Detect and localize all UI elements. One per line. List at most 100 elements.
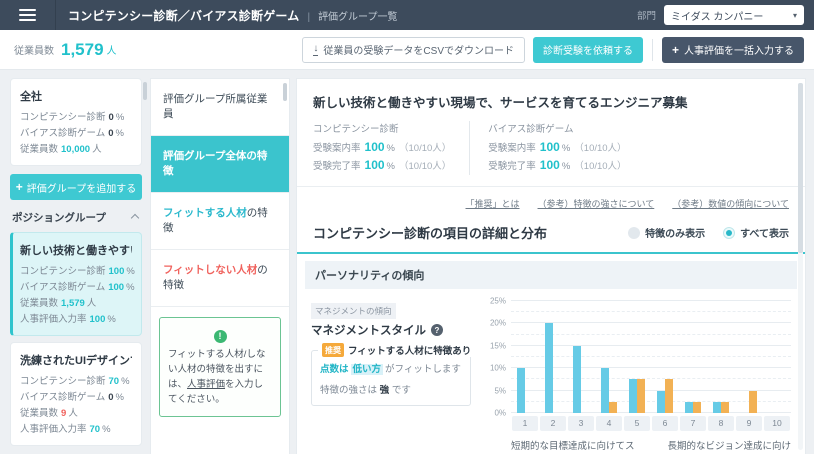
toolbar-divider (652, 39, 653, 61)
employee-count: 1,579 (61, 40, 104, 60)
fit-line: 点数は低い方がフィットします (320, 363, 462, 377)
recommend-box: 推奨 フィットする人材に特徴あり 点数は低い方がフィットします 特徴の強さは 強… (311, 350, 471, 406)
y-tick-label: 20% (490, 319, 506, 328)
tab-fit-features[interactable]: フィットする人材の特徴 (151, 193, 289, 250)
group-summary: 新しい技術と働きやすい現場で、サービスを育てるエンジニア募集 コンピテンシー診断… (297, 79, 805, 187)
link-about-trend[interactable]: （参考）数値の傾向について (672, 197, 789, 210)
bar (601, 368, 609, 413)
group-card[interactable]: 洗練されたUIデザインで最… コンピテンシー診断70%バイアス診断ゲーム0%従業… (10, 342, 142, 446)
x-tick-label: 3 (568, 416, 594, 431)
department-label: 部門 (637, 8, 656, 22)
help-links: 「推奨」とは （参考）特徴の強さについて （参考）数値の傾向について (297, 187, 805, 210)
x-tick-label: 8 (708, 416, 734, 431)
stat-row: コンピテンシー診断100% (20, 264, 132, 280)
group-sidebar: 全社 コンピテンシー診断0%バイアス診断ゲーム0%従業員数10,000人 + 評… (0, 78, 148, 454)
title-divider: | (307, 12, 310, 23)
bar-group (539, 301, 567, 413)
company-card-title: 全社 (20, 88, 132, 104)
sidebar-scrollbar[interactable] (143, 82, 147, 100)
bar (721, 402, 729, 413)
evaluation-note: ! フィットする人材/しない人材の特徴を出すには、人事評価を入力してください。 (159, 317, 281, 417)
breadcrumb: 評価グループ一覧 (318, 8, 397, 23)
top-header: コンピテンシー診断／バイアス診断ゲーム | 評価グループ一覧 部門 ミイダス カ… (0, 0, 814, 30)
tab-group-overall-features[interactable]: 評価グループ全体の特徴 (151, 136, 289, 193)
distribution-chart: 0%5%10%15%20%25% 12345678910 短期的な目標達成に向け… (483, 301, 791, 454)
group-card-stats: コンピテンシー診断100%バイアス診断ゲーム100%従業員数1,579人人事評価… (20, 264, 132, 328)
employee-count-label: 従業員数 (14, 42, 54, 57)
y-axis: 0%5%10%15%20%25% (483, 301, 511, 413)
download-icon: ↓ (313, 44, 318, 56)
axis-low-description: 短期的な目標達成に向けてスケジュールやタスクを設定した上で、メンバーの自主性を尊… (511, 440, 643, 454)
menu-icon[interactable] (0, 0, 56, 30)
x-tick-label: 5 (624, 416, 650, 431)
help-icon[interactable]: ? (431, 324, 443, 336)
request-assessment-button[interactable]: 診断受験を依頼する (533, 37, 643, 63)
chevron-down-icon: ▾ (793, 11, 797, 20)
plus-icon: + (16, 180, 23, 194)
x-tick-label: 6 (652, 416, 678, 431)
group-card-title: 新しい技術と働きやすい現… (20, 242, 132, 258)
radio-selected-icon (723, 227, 735, 239)
company-card[interactable]: 全社 コンピテンシー診断0%バイアス診断ゲーム0%従業員数10,000人 (10, 78, 142, 166)
radio-icon (628, 227, 640, 239)
management-tag: マネジメントの傾向 (311, 303, 396, 319)
app: コンピテンシー診断／バイアス診断ゲーム | 評価グループ一覧 部門 ミイダス カ… (0, 0, 814, 454)
tab-unfit-features[interactable]: フィットしない人材の特徴 (151, 250, 289, 307)
main-scrollbar[interactable] (798, 83, 803, 253)
tabs-scrollbar[interactable] (283, 83, 287, 101)
add-group-label: 評価グループを追加する (27, 180, 136, 195)
link-about-recommend[interactable]: 「推奨」とは (466, 197, 520, 210)
csv-download-button[interactable]: ↓ 従業員の受験データをCSVでダウンロード (302, 37, 525, 63)
personality-banner: パーソナリティの傾向 (305, 261, 797, 289)
bar (665, 379, 673, 413)
recommend-text: フィットする人材に特徴あり (348, 343, 471, 357)
note-text: フィットする人材/しない人材の特徴を出すには、人事評価を入力してください。 (168, 347, 272, 408)
app-title: コンピテンシー診断／バイアス診断ゲーム (68, 7, 299, 24)
evaluation-link[interactable]: 人事評価 (187, 379, 225, 390)
sidebar-section-position-groups[interactable]: ポジショングループ (10, 200, 142, 232)
sidebar-section-custom-groups[interactable]: 任意作成グループ (10, 446, 142, 454)
bulk-evaluation-label: 人事評価を一括入力する (684, 42, 794, 57)
bar-group (735, 301, 763, 413)
department-select[interactable]: ミイダス カンパニー ▾ (664, 5, 804, 25)
stat-row: 従業員数1,579人 (20, 296, 132, 312)
employee-count-unit: 人 (107, 42, 117, 57)
bar-group (595, 301, 623, 413)
chevron-up-icon (131, 213, 139, 221)
management-info: マネジメントの傾向 マネジメントスタイル ? 推奨 フィットする人材に特徴あり … (311, 301, 471, 454)
link-about-strength[interactable]: （参考）特徴の強さについて (538, 197, 655, 210)
stat-row: 従業員数10,000人 (20, 142, 132, 158)
tab-label: フィットする人材の特徴 (163, 206, 277, 236)
bar (685, 402, 693, 413)
stat-row: 受験案内率100%（10/10人） (313, 139, 451, 157)
bar (693, 402, 701, 413)
x-tick-label: 1 (512, 416, 538, 431)
bar-group (763, 301, 791, 413)
x-tick-label: 4 (596, 416, 622, 431)
y-tick-label: 25% (490, 297, 506, 306)
alert-icon: ! (214, 330, 227, 343)
bulk-evaluation-button[interactable]: + 人事評価を一括入力する (662, 37, 804, 63)
bar (713, 402, 721, 413)
y-tick-label: 15% (490, 341, 506, 350)
add-group-button[interactable]: + 評価グループを追加する (10, 174, 142, 200)
group-card-selected[interactable]: 新しい技術と働きやすい現… コンピテンシー診断100%バイアス診断ゲーム100%… (10, 232, 142, 336)
y-tick-label: 0% (494, 409, 506, 418)
radio-features-only[interactable]: 特徴のみ表示 (628, 225, 705, 240)
y-tick-label: 10% (490, 364, 506, 373)
axis-high-description: 長期的なビジョン達成に向けてメンバーや状況を把握した上で、自分が具体的に指揮をと… (662, 440, 791, 454)
section-divider (297, 252, 805, 254)
y-tick-label: 5% (494, 386, 506, 395)
radio-show-all[interactable]: すべて表示 (723, 225, 789, 240)
distribution-title: コンピテンシー診断の項目の詳細と分布 (313, 223, 547, 242)
header-right: 部門 ミイダス カンパニー ▾ (637, 5, 804, 25)
view-tabs: 評価グループ所属従業員 評価グループ全体の特徴 フィットする人材の特徴 フィット… (150, 78, 290, 454)
bar-group (651, 301, 679, 413)
bars (511, 301, 791, 413)
title-group: コンピテンシー診断／バイアス診断ゲーム | 評価グループ一覧 (68, 7, 637, 24)
stat-row: 受験完了率100%（10/10人） (313, 157, 451, 175)
department-value: ミイダス カンパニー (671, 8, 763, 23)
tab-group-members[interactable]: 評価グループ所属従業員 (151, 79, 289, 136)
toolbar: 従業員数 1,579 人 ↓ 従業員の受験データをCSVでダウンロード 診断受験… (0, 30, 814, 70)
recommend-badge: 推奨 (322, 343, 344, 357)
